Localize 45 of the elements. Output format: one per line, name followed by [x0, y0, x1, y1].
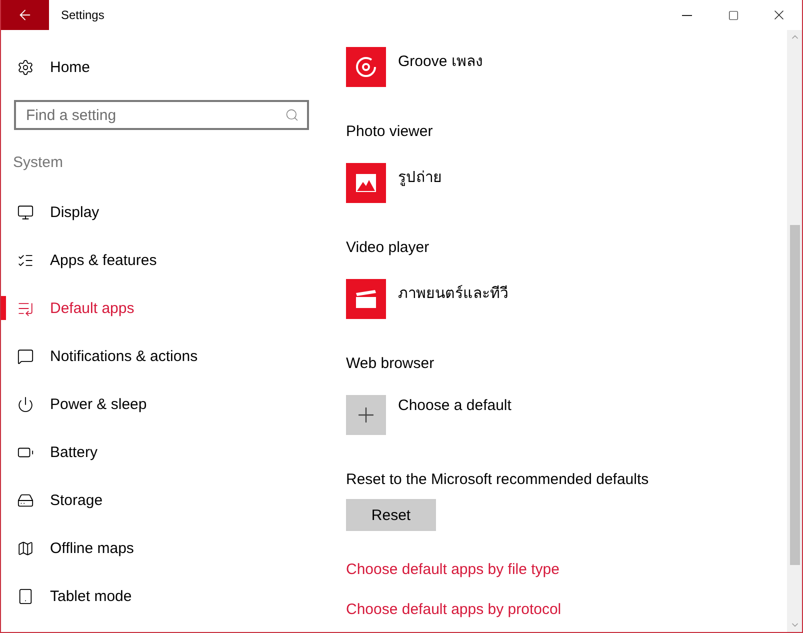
reset-button[interactable]: Reset [346, 499, 436, 531]
app-tile[interactable] [346, 163, 386, 203]
sidebar-item[interactable]: Notifications & actions [1, 332, 321, 380]
section-heading: Reset to the Microsoft recommended defaults [346, 471, 650, 490]
scroll-thumb[interactable] [790, 225, 800, 565]
image-icon [356, 174, 376, 192]
app-tile[interactable] [346, 395, 386, 435]
maximize-icon [728, 10, 738, 20]
sidebar-item[interactable]: Default apps [1, 284, 321, 332]
scrollbar[interactable] [787, 30, 802, 632]
tablet-icon [17, 588, 34, 604]
power-icon [17, 396, 34, 412]
section-heading: Web browser [346, 355, 436, 374]
app-tile[interactable] [346, 47, 386, 87]
section-heading: Photo viewer [346, 123, 434, 142]
speech-bubble-icon [17, 348, 34, 364]
app-tile[interactable] [346, 279, 386, 319]
app-name[interactable]: ภาพยนตร์และทีวี [398, 281, 508, 305]
link[interactable]: Choose default apps by file type [346, 561, 787, 581]
sidebar-item[interactable]: Display [1, 188, 321, 236]
selection-bar [1, 296, 6, 320]
monitor-icon [17, 204, 34, 220]
disc-icon [355, 56, 377, 78]
section-heading: Video player [346, 239, 430, 258]
search-icon [285, 108, 299, 122]
app-name[interactable]: รูปถ่าย [398, 165, 442, 189]
sidebar-item[interactable]: Storage [1, 476, 321, 524]
clapperboard-icon [356, 290, 376, 308]
minimize-icon [682, 14, 692, 16]
window-title: Settings [61, 8, 106, 22]
sidebar-item[interactable]: Apps & features [1, 236, 321, 284]
app-name[interactable]: Choose a default [398, 397, 512, 414]
drive-icon [17, 492, 34, 508]
back-button[interactable] [1, 0, 49, 30]
sidebar-item[interactable]: Battery [1, 428, 321, 476]
sidebar-item[interactable]: Tablet mode [1, 572, 321, 620]
settings-icon [17, 58, 34, 76]
sidebar-item[interactable]: Offline maps [1, 524, 321, 572]
link[interactable]: Choose default apps by protocol [346, 601, 787, 621]
app-name[interactable]: Groove เพลง [398, 49, 482, 73]
search-field[interactable]: Find a setting [14, 100, 309, 130]
map-icon [17, 540, 34, 556]
home-link[interactable]: Home [50, 58, 90, 76]
sidebar-item[interactable]: Power & sleep [1, 380, 321, 428]
group-heading: System [13, 154, 64, 173]
